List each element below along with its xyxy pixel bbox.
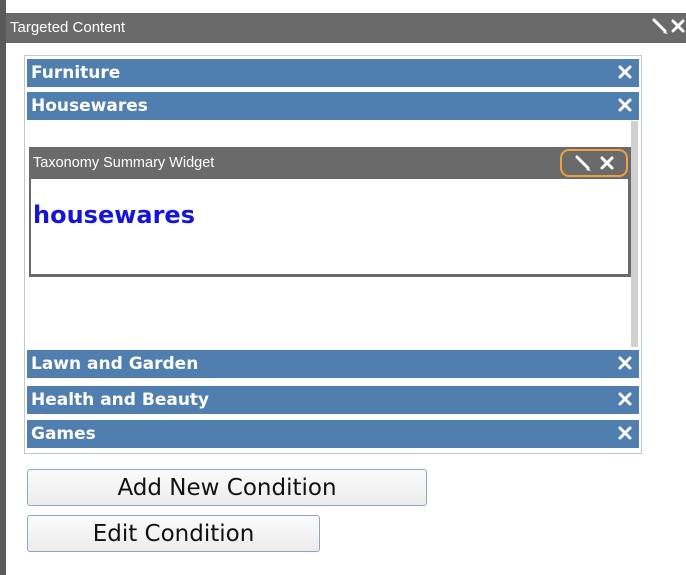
widget-controls: [560, 149, 628, 177]
category-bar-games[interactable]: Games: [27, 420, 639, 448]
category-bar-lawn-and-garden[interactable]: Lawn and Garden: [27, 350, 639, 378]
taxonomy-summary-widget: Taxonomy Summary Widget housewares: [29, 147, 631, 277]
pencil-icon[interactable]: [572, 153, 594, 173]
window-title: Targeted Content: [10, 19, 126, 36]
widget-header: Taxonomy Summary Widget: [31, 149, 628, 179]
widget-content-link[interactable]: housewares: [33, 201, 195, 229]
housewares-panel: Taxonomy Summary Widget housewares: [27, 121, 631, 347]
close-icon[interactable]: [615, 351, 635, 375]
close-icon[interactable]: [598, 153, 616, 173]
add-new-condition-button[interactable]: Add New Condition: [27, 469, 427, 506]
category-label: Furniture: [31, 63, 121, 83]
widget-title: Taxonomy Summary Widget: [33, 155, 215, 171]
close-icon[interactable]: [615, 60, 635, 84]
close-icon[interactable]: [615, 93, 635, 117]
close-icon[interactable]: [615, 387, 635, 411]
edit-condition-button[interactable]: Edit Condition: [27, 515, 320, 552]
category-label: Games: [31, 424, 96, 444]
category-label: Lawn and Garden: [31, 354, 199, 374]
left-border: [0, 0, 6, 575]
close-icon[interactable]: [670, 16, 686, 36]
pencil-icon[interactable]: [650, 16, 670, 36]
window-titlebar: Targeted Content: [6, 13, 686, 43]
close-icon[interactable]: [615, 421, 635, 445]
category-label: Health and Beauty: [31, 390, 210, 410]
scrollbar[interactable]: [631, 121, 638, 347]
category-bar-housewares[interactable]: Housewares: [27, 92, 639, 120]
category-bar-health-and-beauty[interactable]: Health and Beauty: [27, 386, 639, 414]
category-bar-furniture[interactable]: Furniture: [27, 59, 639, 87]
category-list: Furniture Housewares Taxonomy Summary Wi…: [24, 55, 642, 454]
category-label: Housewares: [31, 96, 148, 116]
